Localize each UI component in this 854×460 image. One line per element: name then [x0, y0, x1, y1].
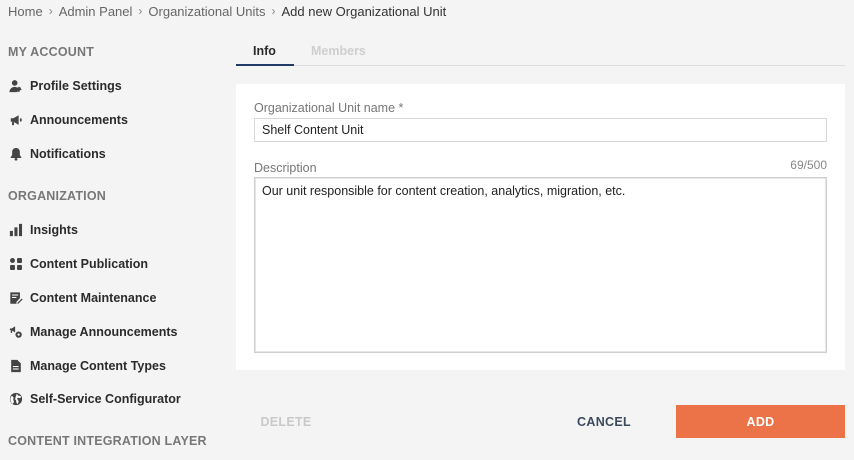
file-icon — [8, 358, 23, 373]
sidebar-item-notifications[interactable]: Notifications — [8, 146, 106, 161]
info-form-card: Organizational Unit name * Description 6… — [236, 84, 845, 370]
cancel-button[interactable]: CANCEL — [554, 405, 654, 438]
description-label: Description — [254, 161, 317, 175]
sidebar-item-manage-announcements[interactable]: Manage Announcements — [8, 324, 177, 339]
breadcrumb: Home › Admin Panel › Organizational Unit… — [8, 2, 446, 20]
description-character-counter: 69/500 — [790, 158, 827, 172]
delete-button: DELETE — [236, 405, 336, 438]
tab-info[interactable]: Info — [253, 44, 276, 58]
megaphone-gear-icon — [8, 324, 23, 339]
breadcrumb-separator: › — [271, 4, 276, 18]
org-unit-name-label: Organizational Unit name * — [254, 101, 404, 115]
sidebar-item-label: Announcements — [30, 112, 128, 127]
tab-members[interactable]: Members — [311, 44, 366, 58]
profile-icon — [8, 78, 23, 93]
active-tab-indicator — [236, 64, 294, 66]
sidebar-item-label: Content Publication — [30, 256, 149, 271]
sidebar-item-label: Notifications — [30, 146, 106, 161]
breadcrumb-organizational-units[interactable]: Organizational Units — [148, 4, 265, 19]
breadcrumb-separator: › — [138, 4, 143, 18]
bar-chart-icon — [8, 222, 23, 237]
description-textarea[interactable]: Our unit responsible for content creatio… — [254, 177, 827, 353]
grid-icon — [8, 256, 23, 271]
sidebar-item-label: Self-Service Configurator — [30, 391, 181, 406]
breadcrumb-current: Add new Organizational Unit — [281, 3, 447, 19]
sidebar-item-manage-content-types[interactable]: Manage Content Types — [8, 358, 166, 373]
section-title-organization: ORGANIZATION — [8, 189, 106, 203]
sidebar-item-insights[interactable]: Insights — [8, 222, 78, 237]
sidebar-item-label: Content Maintenance — [30, 290, 157, 305]
section-title-content-integration-layer: CONTENT INTEGRATION LAYER — [8, 434, 207, 448]
document-edit-icon — [8, 290, 23, 305]
globe-icon — [8, 391, 23, 406]
section-title-my-account: MY ACCOUNT — [8, 45, 95, 59]
add-button[interactable]: ADD — [676, 405, 845, 438]
sidebar-item-profile-settings[interactable]: Profile Settings — [8, 78, 122, 93]
sidebar-item-content-publication[interactable]: Content Publication — [8, 256, 148, 271]
bell-icon — [8, 146, 23, 161]
breadcrumb-admin-panel[interactable]: Admin Panel — [59, 4, 133, 19]
sidebar-item-label: Insights — [30, 222, 78, 237]
sidebar-item-self-service-configurator[interactable]: Self-Service Configurator — [8, 391, 181, 406]
breadcrumb-separator: › — [48, 4, 53, 18]
sidebar-item-label: Manage Content Types — [30, 358, 166, 373]
tab-bar: Info Members — [236, 38, 845, 66]
org-unit-name-input[interactable] — [254, 118, 827, 142]
sidebar-item-label: Profile Settings — [30, 78, 122, 93]
breadcrumb-home[interactable]: Home — [8, 4, 43, 19]
sidebar-item-announcements[interactable]: Announcements — [8, 112, 128, 127]
sidebar-item-content-maintenance[interactable]: Content Maintenance — [8, 290, 156, 305]
sidebar-item-label: Manage Announcements — [30, 324, 178, 339]
megaphone-icon — [8, 112, 23, 127]
